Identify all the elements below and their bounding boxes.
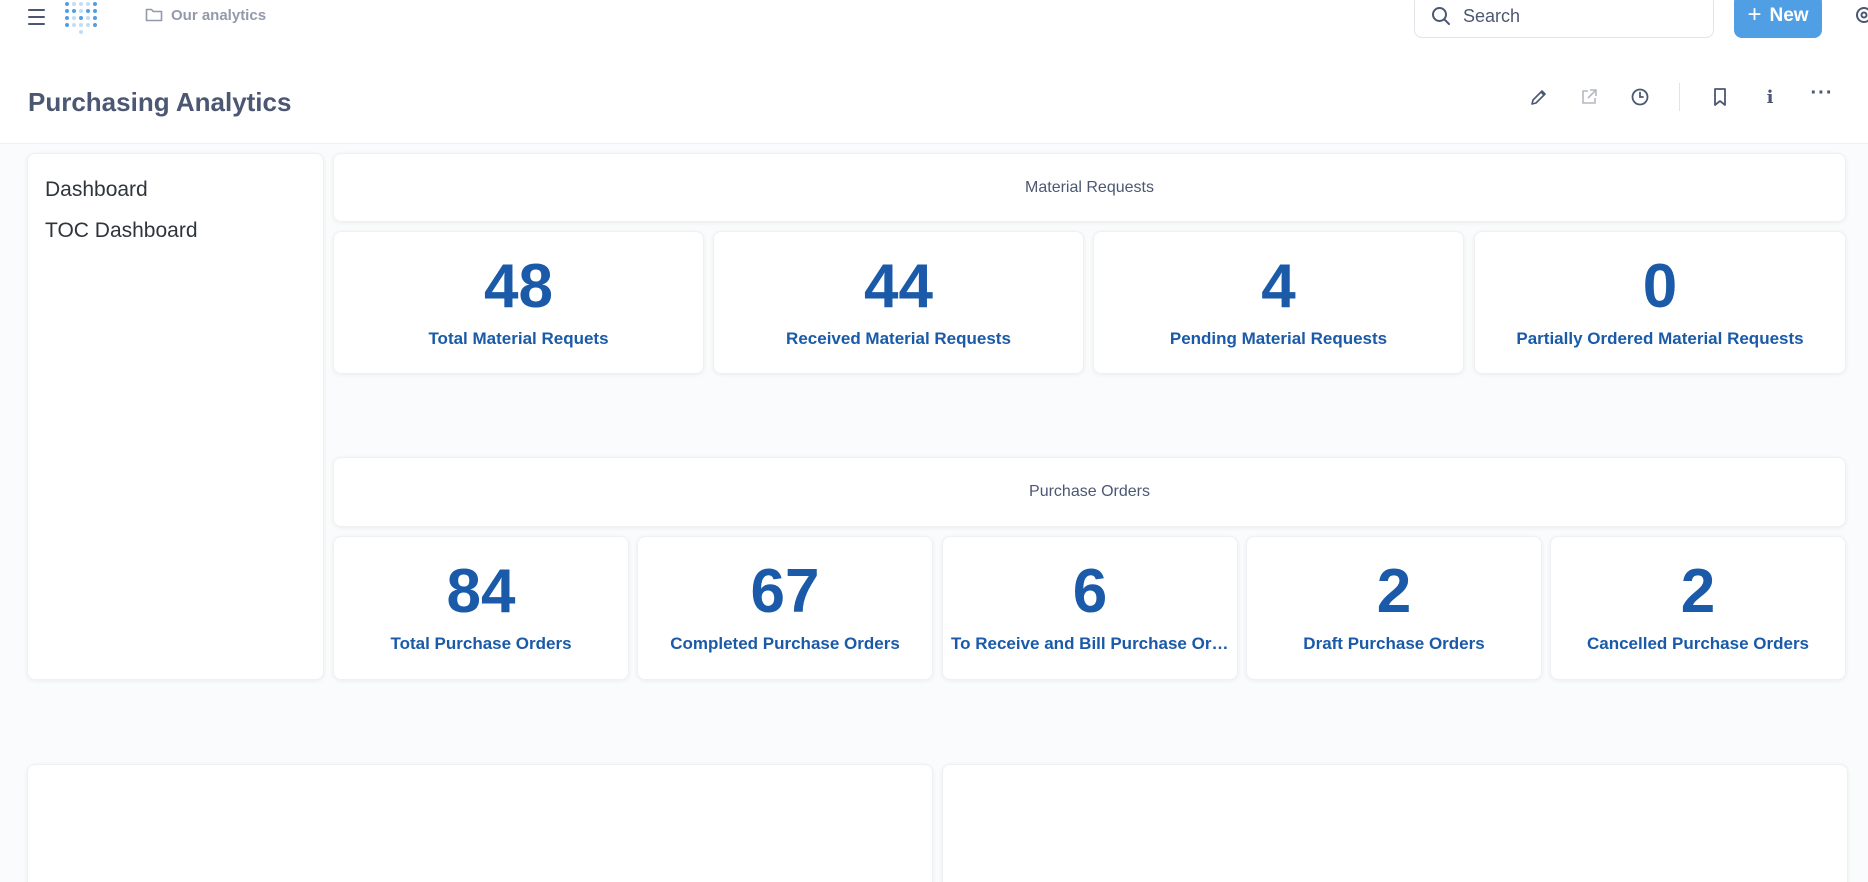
metric-value: 84 (446, 557, 516, 626)
metric-label[interactable]: To Receive and Bill Purchase Ord... (943, 634, 1237, 654)
dashboard-header: Purchasing Analytics i ··· (0, 50, 1868, 144)
metric-card[interactable]: 2 Draft Purchase Orders (1246, 536, 1542, 680)
metric-card[interactable]: 0 Partially Ordered Material Requests (1474, 231, 1846, 374)
metric-card[interactable]: 48 Total Material Requets (333, 231, 704, 374)
gear-icon[interactable] (1854, 5, 1868, 25)
top-navigation: Our analytics Search + New (0, 0, 1868, 50)
clock-icon[interactable] (1628, 85, 1652, 109)
pencil-icon[interactable] (1527, 85, 1551, 109)
info-icon[interactable]: i (1758, 85, 1782, 109)
new-button-label: New (1769, 5, 1809, 26)
dashboard-card-empty (27, 764, 933, 882)
metric-card[interactable]: 67 Completed Purchase Orders (637, 536, 933, 680)
toc-link-dashboard[interactable]: Dashboard (45, 178, 306, 202)
search-input[interactable]: Search (1414, 0, 1714, 38)
section-heading-material-requests: Material Requests (333, 153, 1846, 222)
more-icon[interactable]: ··· (1810, 82, 1834, 109)
metric-value: 0 (1642, 252, 1678, 321)
metric-card[interactable]: 6 To Receive and Bill Purchase Ord... (942, 536, 1238, 680)
metric-value: 4 (1261, 252, 1296, 321)
metric-card[interactable]: 84 Total Purchase Orders (333, 536, 629, 680)
new-button[interactable]: + New (1734, 0, 1822, 38)
metric-label[interactable]: Total Material Requets (420, 329, 616, 349)
breadcrumb[interactable]: Our analytics (145, 5, 266, 25)
page-title[interactable]: Purchasing Analytics (28, 87, 291, 118)
metric-label[interactable]: Cancelled Purchase Orders (1579, 634, 1817, 654)
header-divider (1679, 83, 1680, 111)
search-icon (1432, 7, 1450, 25)
section-title: Purchase Orders (1029, 483, 1150, 500)
plus-icon: + (1747, 1, 1762, 28)
metric-label[interactable]: Received Material Requests (778, 329, 1019, 349)
metric-label[interactable]: Pending Material Requests (1162, 329, 1395, 349)
bookmark-icon[interactable] (1708, 85, 1732, 109)
metric-value: 67 (750, 557, 820, 626)
share-icon[interactable] (1577, 85, 1601, 109)
folder-icon (145, 8, 163, 22)
dashboard-card-empty (942, 764, 1848, 882)
toc-card: Dashboard TOC Dashboard (27, 153, 324, 680)
metric-label[interactable]: Total Purchase Orders (382, 634, 579, 654)
metric-label[interactable]: Draft Purchase Orders (1295, 634, 1492, 654)
breadcrumb-collection[interactable]: Our analytics (171, 7, 266, 24)
metric-card[interactable]: 4 Pending Material Requests (1093, 231, 1464, 374)
metric-card[interactable]: 2 Cancelled Purchase Orders (1550, 536, 1846, 680)
section-title: Material Requests (1025, 178, 1154, 196)
metabase-logo-icon[interactable] (64, 0, 98, 36)
metric-value: 2 (1376, 557, 1412, 626)
metric-label[interactable]: Completed Purchase Orders (662, 634, 908, 654)
search-placeholder: Search (1463, 5, 1521, 26)
metric-value: 2 (1680, 557, 1716, 626)
metric-value: 44 (864, 252, 933, 321)
metric-value: 6 (1072, 557, 1108, 626)
metric-value: 48 (484, 252, 553, 321)
toc-link-toc-dashboard[interactable]: TOC Dashboard (45, 219, 306, 243)
menu-icon[interactable] (26, 3, 48, 27)
section-heading-purchase-orders: Purchase Orders (333, 457, 1846, 527)
metric-label[interactable]: Partially Ordered Material Requests (1508, 329, 1811, 349)
metric-card[interactable]: 44 Received Material Requests (713, 231, 1084, 374)
